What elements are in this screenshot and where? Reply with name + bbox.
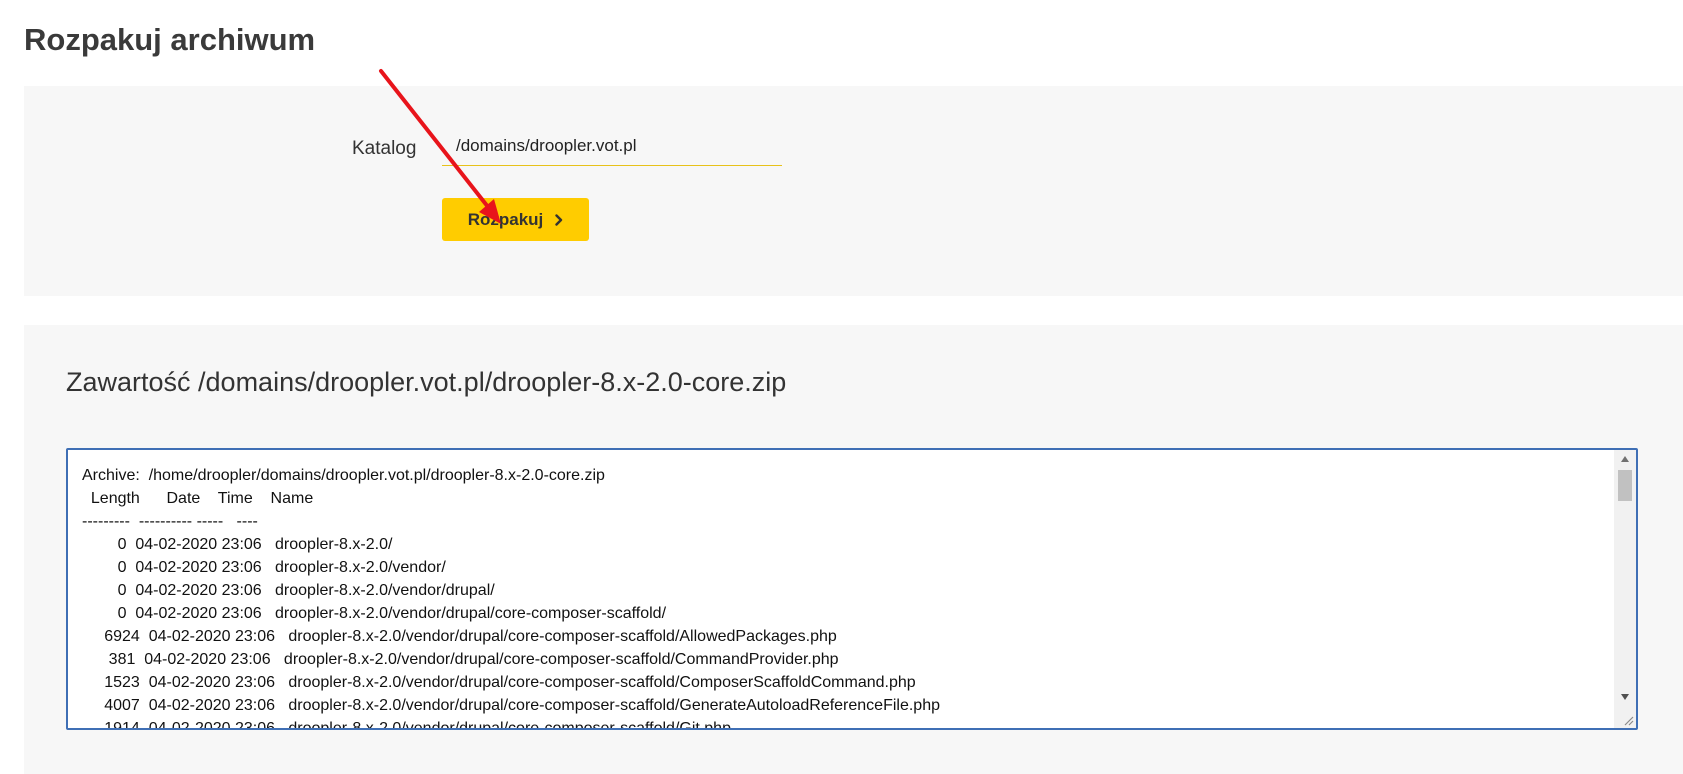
page-title: Rozpakuj archiwum (24, 22, 316, 57)
extract-button[interactable]: Rozpakuj (442, 198, 589, 241)
scroll-down-arrow-icon[interactable] (1621, 694, 1629, 700)
directory-input[interactable] (442, 126, 782, 166)
archive-listing-textarea[interactable]: Archive: /home/droopler/domains/droopler… (66, 448, 1638, 730)
scroll-up-arrow-icon[interactable] (1621, 456, 1629, 462)
chevron-right-icon (555, 213, 563, 226)
directory-label: Katalog (352, 138, 417, 159)
extract-form-panel: Katalog Rozpakuj (24, 86, 1683, 296)
archive-listing-text: Archive: /home/droopler/domains/droopler… (82, 467, 940, 730)
contents-title: Zawartość /domains/droopler.vot.pl/droop… (66, 367, 787, 397)
scrollbar-thumb[interactable] (1618, 470, 1632, 501)
extract-button-label: Rozpakuj (467, 209, 544, 229)
archive-contents-panel: Zawartość /domains/droopler.vot.pl/droop… (24, 325, 1683, 774)
resize-grip-icon[interactable] (1622, 714, 1634, 726)
listing-scrollbar[interactable] (1614, 450, 1636, 728)
